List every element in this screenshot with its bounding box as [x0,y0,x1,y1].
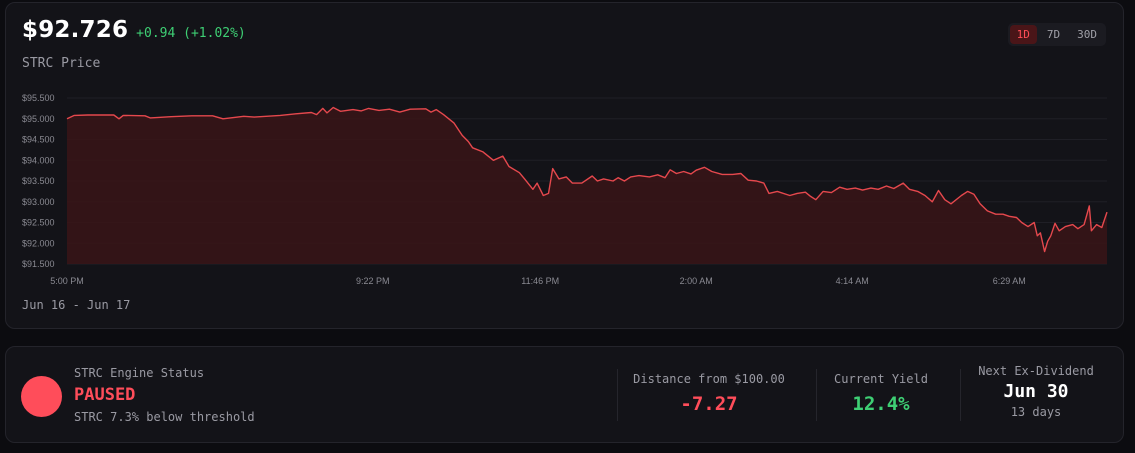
distance-stat: Distance from $100.00 -7.27 [618,347,800,442]
engine-status-detail: STRC 7.3% below threshold [74,410,255,424]
engine-status-label: STRC Engine Status [74,366,205,380]
ex-dividend-stat: Next Ex-Dividend Jun 30 13 days [961,347,1111,442]
y-tick-label: $93.000 [22,197,55,207]
price-card: $92.726 +0.94 (+1.02%) STRC Price 1D 7D … [5,2,1124,329]
y-tick-label: $94.000 [22,155,55,165]
y-tick-label: $95.000 [22,114,55,124]
x-tick-label: 6:29 AM [993,276,1026,286]
x-tick-label: 9:22 PM [356,276,390,286]
x-tick-label: 2:00 AM [680,276,713,286]
yield-stat: Current Yield 12.4% [817,347,945,442]
price-area [67,107,1107,264]
y-tick-label: $94.500 [22,135,55,145]
y-tick-label: $92.000 [22,238,55,248]
x-tick-label: 4:14 AM [836,276,869,286]
distance-value: -7.27 [680,393,738,415]
date-range: Jun 16 - Jun 17 [22,298,131,312]
ex-dividend-label: Next Ex-Dividend [978,364,1094,378]
y-tick-label: $92.500 [22,218,55,228]
distance-label: Distance from $100.00 [633,372,785,386]
ex-dividend-countdown: 13 days [1010,405,1062,419]
status-card: STRC Engine Status PAUSED STRC 7.3% belo… [5,346,1124,443]
y-tick-label: $95.500 [22,93,55,103]
x-tick-label: 11:46 PM [521,276,559,286]
y-tick-label: $91.500 [22,259,55,269]
status-indicator-dot [21,376,62,417]
x-tick-label: 5:00 PM [50,276,84,286]
price-chart[interactable]: $95.500 $95.000 $94.500 $94.000 $93.500 $93.0… [6,3,1125,303]
y-tick-label: $93.500 [22,176,55,186]
yield-value: 12.4% [852,393,910,415]
yield-label: Current Yield [834,372,928,386]
ex-dividend-date: Jun 30 [1003,381,1069,402]
engine-status-value: PAUSED [74,385,136,405]
